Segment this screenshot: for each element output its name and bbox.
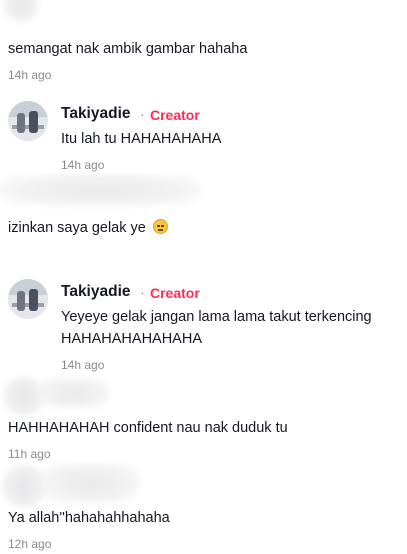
comment-timestamp: 11h ago [8, 447, 51, 461]
comment-timestamp: 14h ago [61, 158, 105, 172]
pensive-face-emoji [152, 219, 168, 234]
comment-text: Itu lah tu HAHAHAHAHA [61, 131, 222, 147]
avatar[interactable] [8, 101, 48, 141]
creator-badge: Creator [150, 107, 200, 123]
comment-timestamp: 14h ago [61, 358, 105, 372]
comment-text: HAHHAHAHAH confident nau nak duduk tu [8, 420, 288, 436]
username[interactable] [40, 463, 140, 503]
separator-dot: · [140, 284, 145, 300]
avatar[interactable] [8, 279, 48, 319]
author-name[interactable]: Takiyadie [61, 282, 131, 302]
creator-badge: Creator [150, 285, 200, 301]
avatar[interactable] [4, 0, 38, 22]
comment-timestamp: 14h ago [8, 68, 52, 82]
comment-text-content: izinkan saya gelak ye [8, 220, 146, 236]
username[interactable] [0, 174, 200, 206]
comment-text: Ya allah''hahahahhahaha [8, 510, 170, 526]
comment-text: semangat nak ambik gambar hahaha [8, 41, 248, 57]
username[interactable] [36, 378, 110, 408]
author-name[interactable]: Takiyadie [61, 104, 131, 124]
comment-text-line-2: HAHAHAHAHAHAHA [61, 331, 202, 347]
comment-text-line-1: Yeyeye gelak jangan lama lama takut terk… [61, 309, 372, 325]
comment-text: izinkan saya gelak ye [8, 218, 168, 238]
separator-dot: · [140, 106, 145, 122]
comment-timestamp: 12h ago [8, 537, 52, 551]
